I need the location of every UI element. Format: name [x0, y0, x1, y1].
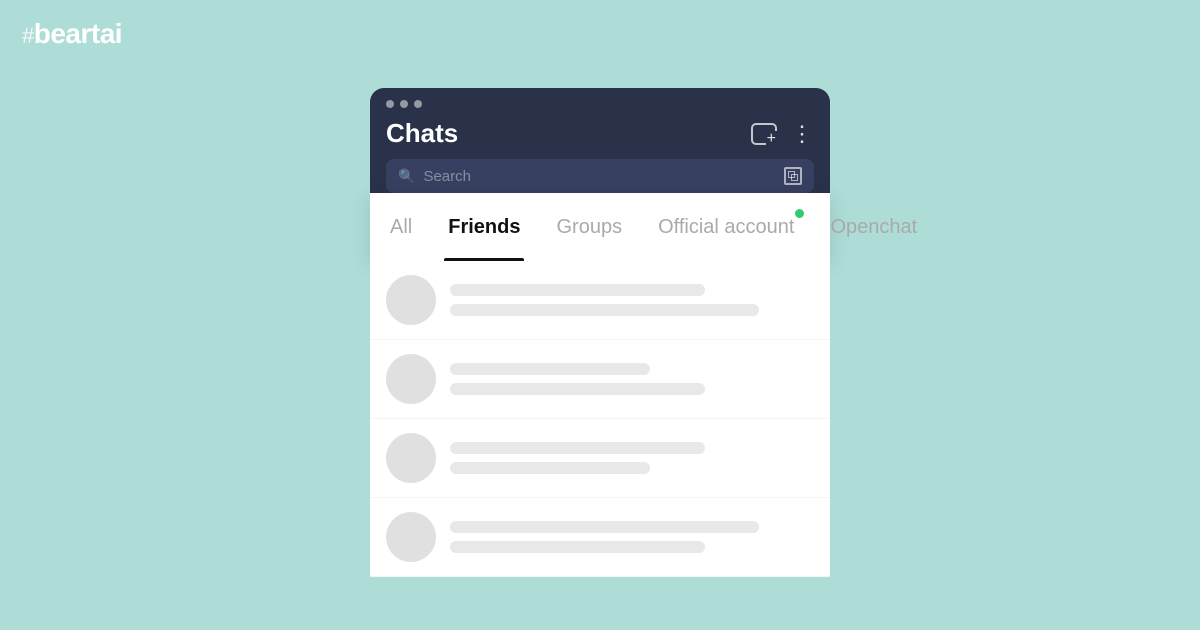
qr-icon	[784, 167, 802, 185]
chat-preview	[450, 442, 814, 474]
avatar	[386, 433, 436, 483]
header-title-row: Chats ⋮	[386, 118, 814, 159]
new-chat-button[interactable]	[751, 123, 777, 145]
logo-hash: #	[22, 23, 34, 48]
chat-header: Chats ⋮ 🔍 Search	[370, 88, 830, 193]
search-icon: 🔍	[398, 168, 415, 185]
chat-row[interactable]	[370, 419, 830, 498]
chat-msg-placeholder	[450, 304, 759, 316]
chat-msg-placeholder	[450, 383, 705, 395]
avatar	[386, 354, 436, 404]
chat-add-icon	[751, 123, 777, 145]
search-bar[interactable]: 🔍 Search	[386, 159, 814, 193]
chat-row[interactable]	[370, 261, 830, 340]
tab-official-account[interactable]: Official account	[654, 193, 798, 261]
chat-name-placeholder	[450, 284, 705, 296]
dot-2	[400, 100, 408, 108]
tab-openchat[interactable]: Openchat	[826, 193, 921, 261]
chat-list	[370, 261, 830, 577]
chats-title: Chats	[386, 118, 458, 149]
search-input[interactable]: Search	[423, 168, 776, 185]
chat-row[interactable]	[370, 498, 830, 577]
qr-scan-button[interactable]	[784, 167, 802, 185]
chat-preview	[450, 363, 814, 395]
chat-preview	[450, 521, 814, 553]
tab-friends[interactable]: Friends	[444, 193, 524, 261]
window-dots	[386, 100, 814, 108]
beartai-logo: #beartai	[22, 18, 122, 50]
tabs-bar: All Friends Groups Official account Open…	[370, 193, 830, 261]
tab-groups[interactable]: Groups	[552, 193, 626, 261]
chat-msg-placeholder	[450, 462, 650, 474]
avatar	[386, 512, 436, 562]
chat-name-placeholder	[450, 442, 705, 454]
chat-msg-placeholder	[450, 541, 705, 553]
chat-row[interactable]	[370, 340, 830, 419]
more-options-button[interactable]: ⋮	[791, 121, 814, 147]
avatar	[386, 275, 436, 325]
notification-badge	[795, 209, 804, 218]
dot-1	[386, 100, 394, 108]
chat-preview	[450, 284, 814, 316]
app-container: Chats ⋮ 🔍 Search All Friends Groups	[370, 88, 830, 577]
chat-name-placeholder	[450, 363, 650, 375]
tab-all[interactable]: All	[386, 193, 416, 261]
header-icons: ⋮	[751, 121, 814, 147]
chat-name-placeholder	[450, 521, 759, 533]
dot-3	[414, 100, 422, 108]
